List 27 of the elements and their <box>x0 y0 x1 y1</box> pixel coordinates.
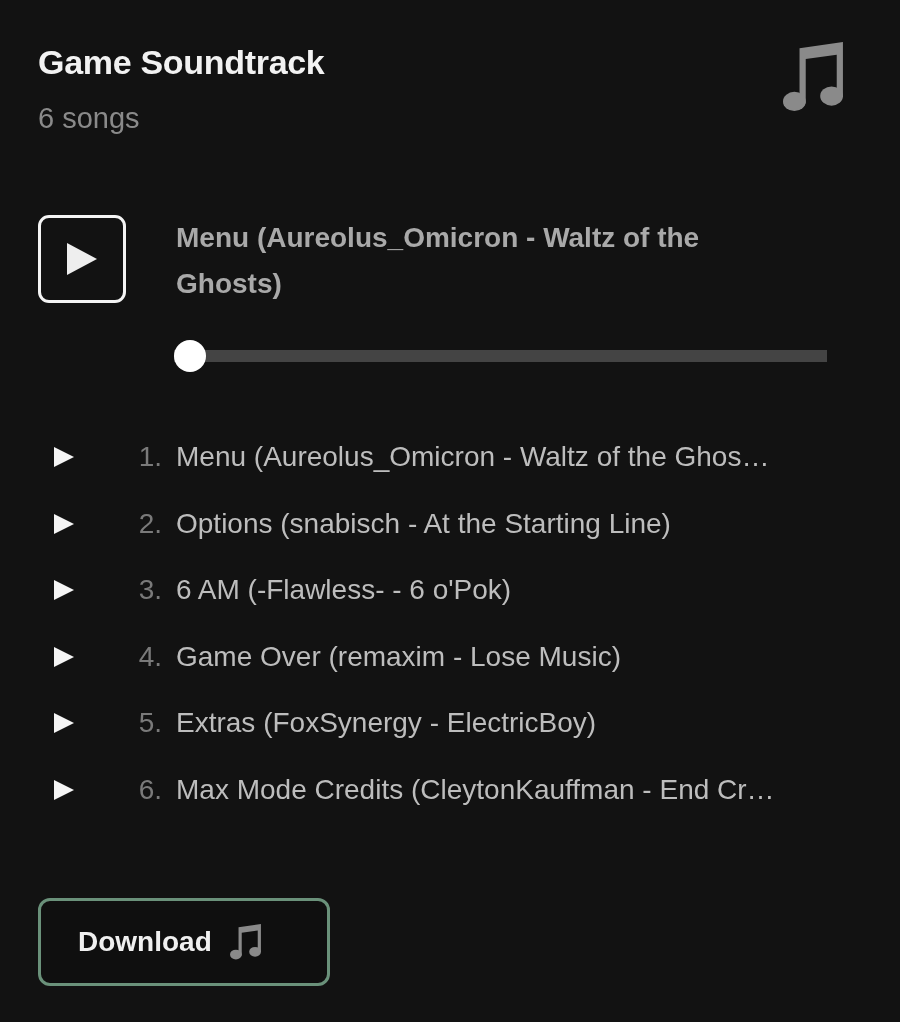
play-icon[interactable] <box>54 713 74 734</box>
track-title[interactable]: Menu (Aureolus_Omicron - Waltz of the Ghos… <box>176 441 770 474</box>
track-number: 5. <box>137 707 162 740</box>
track-number: 3. <box>137 574 162 607</box>
slider-thumb[interactable] <box>174 340 206 372</box>
play-icon[interactable] <box>54 447 74 468</box>
download-button[interactable]: Download <box>38 898 330 986</box>
track-title[interactable]: Game Over (remaxim - Lose Music) <box>176 640 621 673</box>
track-number: 6. <box>137 773 162 806</box>
play-button[interactable] <box>38 215 126 303</box>
track-title[interactable]: Options (snabisch - At the Starting Line) <box>176 507 671 540</box>
play-icon[interactable] <box>54 779 74 800</box>
track-number: 2. <box>137 507 162 540</box>
track-title[interactable]: Extras (FoxSynergy - ElectricBoy) <box>176 707 597 740</box>
play-icon[interactable] <box>54 646 74 667</box>
song-count: 6 songs <box>38 101 141 136</box>
play-icon[interactable] <box>54 513 74 534</box>
playlist-title: Game Soundtrack <box>38 42 325 83</box>
track-title[interactable]: Max Mode Credits (CleytonKauffman - End Cr… <box>176 773 775 806</box>
play-icon[interactable] <box>54 580 74 601</box>
track-title[interactable]: 6 AM (-Flawless- - 6 o'Pok) <box>176 574 512 607</box>
progress-slider[interactable] <box>174 340 827 372</box>
music-note-icon <box>229 924 262 960</box>
track-number: 1. <box>137 441 162 474</box>
track-number: 4. <box>137 640 162 673</box>
now-playing-title: Menu (Aureolus_Omicron - Waltz of the Ghosts) <box>176 221 701 301</box>
music-note-icon <box>783 42 845 112</box>
